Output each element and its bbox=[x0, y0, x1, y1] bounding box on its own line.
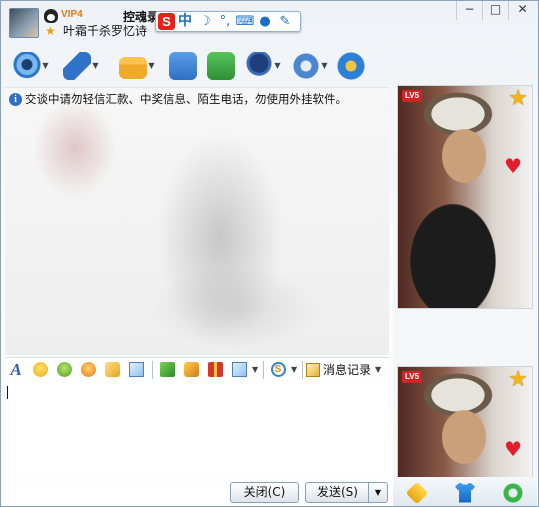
message-history-button[interactable]: 消息记录 ▼ bbox=[306, 361, 383, 378]
shake-button[interactable] bbox=[77, 360, 99, 380]
chevron-down-icon[interactable]: ▼ bbox=[147, 52, 156, 80]
edit-button[interactable] bbox=[125, 360, 147, 380]
mail-button[interactable] bbox=[169, 51, 197, 81]
chevron-down-icon[interactable]: ▼ bbox=[41, 52, 50, 80]
heart-icon: ♥ bbox=[504, 154, 522, 178]
star-icon: ★ bbox=[45, 24, 56, 38]
title-area: VIP4 控魂录 ★ 叶霜千杀罗忆诗 S 中 ☽ °, ⌨ ● ✎ − □ ✕ bbox=[1, 1, 538, 45]
security-notice-text: 交谈中请勿轻信汇款、中奖信息、陌生电话，勿使用外挂软件。 bbox=[25, 92, 347, 106]
folder-icon bbox=[119, 56, 147, 79]
mic-icon bbox=[63, 52, 91, 80]
screenshot-button[interactable] bbox=[228, 360, 250, 380]
security-notice: i 交谈中请勿轻信汇款、中奖信息、陌生电话，勿使用外挂软件。 bbox=[9, 91, 347, 107]
history-icon bbox=[306, 362, 320, 377]
screenshot-icon bbox=[231, 362, 247, 377]
shirt-icon[interactable] bbox=[455, 482, 475, 503]
music-button[interactable] bbox=[180, 360, 202, 380]
ime-punctuation-icon[interactable]: °, bbox=[215, 13, 235, 30]
security-button[interactable]: ▼ bbox=[245, 51, 282, 81]
close-window-button[interactable]: ✕ bbox=[508, 1, 536, 20]
shake-icon bbox=[80, 362, 96, 377]
chevron-down-icon[interactable]: ▼ bbox=[91, 52, 100, 80]
ime-settings-icon[interactable]: ✎ bbox=[275, 13, 295, 30]
contact-show-image[interactable]: LV5 ★ ♥ bbox=[397, 85, 533, 309]
add-app-icon bbox=[207, 52, 235, 80]
chevron-down-icon: ▼ bbox=[375, 365, 382, 374]
magic-face-icon bbox=[56, 362, 72, 377]
level-badge: LV5 bbox=[402, 371, 423, 383]
ime-keyboard-icon[interactable]: ⌨ bbox=[235, 13, 255, 30]
level-badge: LV5 bbox=[402, 90, 423, 102]
message-history-label: 消息记录 bbox=[323, 363, 372, 377]
minimize-button[interactable]: − bbox=[456, 1, 482, 20]
send-button[interactable]: 发送(S) bbox=[305, 482, 369, 503]
maximize-button[interactable]: □ bbox=[482, 1, 508, 20]
separator bbox=[302, 360, 303, 379]
sogou-button[interactable]: S bbox=[267, 360, 289, 380]
mail-icon bbox=[169, 52, 197, 80]
main-toolbar: ▼ ▼ ▼ ▼ ▼ bbox=[1, 49, 391, 85]
ime-language-toggle[interactable]: 中 bbox=[175, 13, 195, 30]
heart-icon: ♥ bbox=[504, 437, 522, 461]
emoji-button[interactable] bbox=[29, 360, 51, 380]
ime-toolbar[interactable]: S 中 ☽ °, ⌨ ● ✎ bbox=[155, 11, 301, 32]
image-button[interactable] bbox=[156, 360, 178, 380]
ime-moon-icon[interactable]: ☽ bbox=[195, 13, 215, 30]
text-caret bbox=[7, 386, 8, 399]
browser-icon bbox=[337, 52, 365, 80]
format-toolbar: A ▼ S ▼ 消息记录 ▼ bbox=[5, 357, 389, 381]
gift-icon bbox=[207, 362, 223, 377]
chevron-down-icon[interactable]: ▼ bbox=[320, 52, 329, 80]
ime-logo-icon[interactable]: S bbox=[158, 13, 175, 30]
qq-penguin-icon bbox=[44, 9, 58, 23]
window-controls: − □ ✕ bbox=[456, 1, 536, 20]
magic-face-button[interactable] bbox=[53, 360, 75, 380]
apps-icon bbox=[292, 52, 320, 80]
show-panel: LV5 ★ ♥ LV5 ★ ♥ bbox=[393, 85, 537, 506]
diamond-icon[interactable] bbox=[405, 481, 429, 504]
emoji-icon bbox=[32, 362, 48, 377]
voice-call-button[interactable]: ▼ bbox=[63, 51, 100, 81]
apps-button[interactable]: ▼ bbox=[292, 51, 329, 81]
edit-icon bbox=[128, 362, 144, 377]
ime-user-icon[interactable]: ● bbox=[255, 13, 275, 30]
my-show-image[interactable]: LV5 ★ ♥ bbox=[397, 366, 533, 478]
chevron-down-icon[interactable]: ▼ bbox=[273, 52, 282, 80]
star-badge-icon: ★ bbox=[508, 86, 528, 111]
refresh-icon[interactable] bbox=[503, 482, 523, 503]
close-button[interactable]: 关闭(C) bbox=[230, 482, 299, 503]
image-icon bbox=[159, 362, 175, 377]
chevron-down-icon[interactable]: ▼ bbox=[291, 365, 299, 374]
chat-window: VIP4 控魂录 ★ 叶霜千杀罗忆诗 S 中 ☽ °, ⌨ ● ✎ − □ ✕ … bbox=[0, 0, 539, 507]
video-call-button[interactable]: ▼ bbox=[13, 51, 50, 81]
message-history[interactable]: i 交谈中请勿轻信汇款、中奖信息、陌生电话，勿使用外挂软件。 bbox=[5, 87, 389, 355]
font-icon[interactable]: A bbox=[5, 360, 27, 380]
gift-button[interactable] bbox=[204, 360, 226, 380]
video-icon bbox=[13, 52, 41, 80]
contact-avatar[interactable] bbox=[9, 8, 39, 38]
message-input[interactable] bbox=[5, 382, 389, 478]
music-icon bbox=[183, 362, 199, 377]
star-badge-icon: ★ bbox=[508, 367, 528, 392]
vip-badge[interactable]: VIP4 bbox=[61, 9, 83, 20]
info-icon: i bbox=[9, 92, 22, 106]
browser-button[interactable] bbox=[337, 51, 365, 81]
chevron-down-icon[interactable]: ▼ bbox=[252, 365, 260, 374]
sogou-icon: S bbox=[270, 362, 286, 377]
send-file-button[interactable]: ▼ bbox=[119, 51, 156, 81]
show-toolbar bbox=[393, 477, 537, 506]
doodle-button[interactable] bbox=[101, 360, 123, 380]
add-app-button[interactable] bbox=[207, 51, 235, 81]
separator bbox=[152, 360, 153, 379]
hand-icon bbox=[104, 362, 120, 377]
send-options-button[interactable]: ▼ bbox=[368, 482, 388, 503]
separator bbox=[263, 360, 264, 379]
police-icon bbox=[245, 52, 273, 80]
